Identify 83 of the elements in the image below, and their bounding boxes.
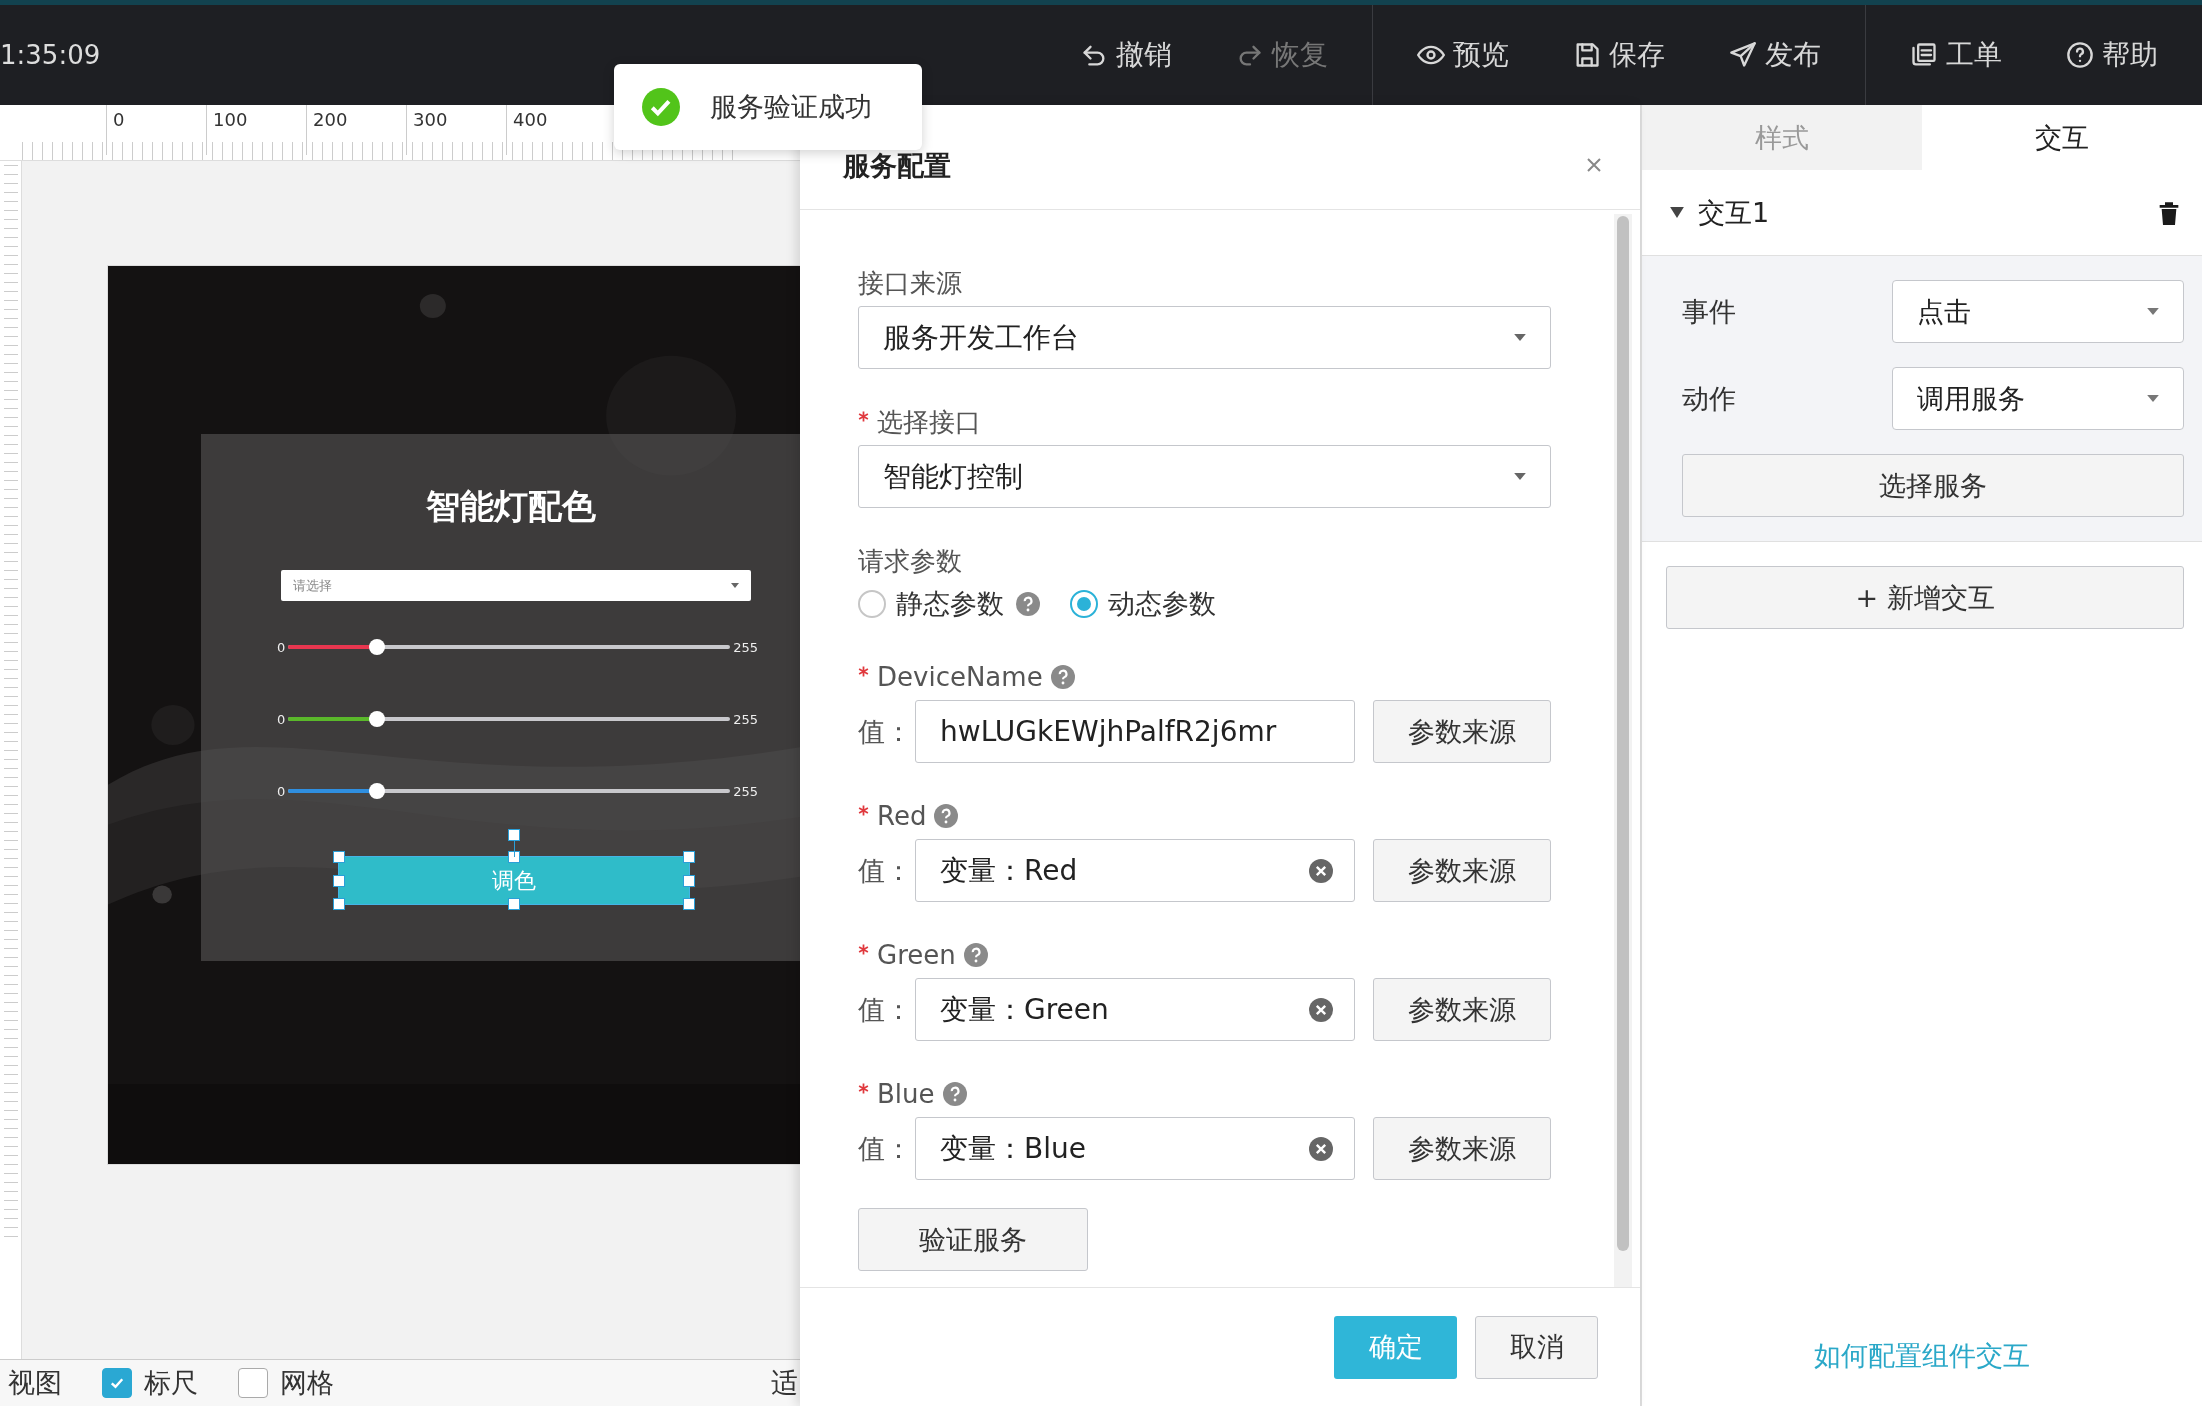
clear-icon[interactable] <box>1309 1137 1333 1161</box>
select-field[interactable]: 点击 <box>1892 280 2184 343</box>
value-label: 值： <box>858 1131 913 1166</box>
verify-button[interactable]: 验证服务 <box>858 1208 1088 1271</box>
ticket-button[interactable]: 工单 <box>1910 32 2002 78</box>
trash-icon[interactable] <box>2158 200 2180 225</box>
success-icon <box>642 88 680 126</box>
value-label: 值： <box>858 992 913 1027</box>
caret-icon <box>731 583 739 588</box>
field-label: Red <box>877 801 927 831</box>
slider-max: 255 <box>733 639 759 655</box>
preview-button[interactable]: 预览 <box>1417 32 1509 78</box>
caret-icon <box>1514 473 1526 480</box>
slider-max: 255 <box>733 711 759 727</box>
rotate-handle[interactable] <box>508 829 520 841</box>
field-label: DeviceName <box>877 662 1043 692</box>
select-field[interactable]: 服务开发工作台 <box>858 306 1551 369</box>
undo-button[interactable]: 撤销 <box>1080 32 1172 78</box>
value-label: 值： <box>858 714 913 749</box>
select-service-button[interactable]: 选择服务 <box>1682 454 2184 517</box>
slider-track[interactable] <box>288 711 731 727</box>
slider-track[interactable] <box>288 783 731 799</box>
param-source-button[interactable]: 参数来源 <box>1373 978 1551 1041</box>
scrollbar[interactable] <box>1614 214 1632 1287</box>
help-icon[interactable] <box>963 943 988 967</box>
slider-max: 255 <box>733 783 759 799</box>
cancel-button[interactable]: 取消 <box>1475 1315 1598 1379</box>
select-field[interactable]: 智能灯控制 <box>858 445 1551 508</box>
resize-handle[interactable] <box>683 898 695 910</box>
documents-icon <box>1910 41 1938 69</box>
view-label: 视图 <box>8 1366 62 1400</box>
field-label: Green <box>877 940 956 970</box>
clear-icon[interactable] <box>1309 859 1333 883</box>
resize-handle[interactable] <box>508 851 520 863</box>
interaction-title: 交互1 <box>1698 195 1770 230</box>
select-field[interactable]: 调用服务 <box>1892 367 2184 430</box>
caret-icon <box>2147 308 2159 315</box>
dialog-title: 服务配置 <box>843 149 951 183</box>
value-field[interactable]: hwLUGkEWjhPalfR2j6mr <box>915 700 1355 763</box>
checkbox[interactable]: 标尺 <box>102 1365 198 1401</box>
caret-icon <box>1514 334 1526 341</box>
preview-title: 智能灯配色 <box>425 485 597 528</box>
time-text: 1:35:09 <box>0 40 101 70</box>
field-label: Blue <box>877 1079 935 1109</box>
field-label: 选择接口 <box>877 405 981 439</box>
help-icon[interactable] <box>1050 665 1075 689</box>
toast-message: 服务验证成功 <box>710 90 872 124</box>
fit-label[interactable]: 适 <box>771 1365 798 1401</box>
select-field[interactable]: 请选择 <box>281 570 751 601</box>
collapse-triangle-icon[interactable] <box>1670 207 1684 218</box>
radio-option[interactable]: 动态参数 <box>1070 586 1216 622</box>
resize-handle[interactable] <box>333 851 345 863</box>
clear-icon[interactable] <box>1309 998 1333 1022</box>
param-source-button[interactable]: 参数来源 <box>1373 839 1551 902</box>
paper-plane-icon <box>1729 41 1757 69</box>
resize-handle[interactable] <box>333 898 345 910</box>
param-source-button[interactable]: 参数来源 <box>1373 700 1551 763</box>
publish-button[interactable]: 发布 <box>1729 32 1821 78</box>
resize-handle[interactable] <box>508 898 520 910</box>
help-button[interactable]: 帮助 <box>2066 32 2158 78</box>
slider-min: 0 <box>277 783 286 799</box>
help-icon[interactable] <box>934 804 959 828</box>
field-label: 请求参数 <box>858 544 962 578</box>
resize-handle[interactable] <box>683 851 695 863</box>
add-interaction-button[interactable]: + 新增交互 <box>1666 566 2184 629</box>
slider-min: 0 <box>277 639 286 655</box>
field-label: 事件 <box>1682 294 1737 329</box>
caret-icon <box>2147 395 2159 402</box>
help-icon[interactable] <box>1016 592 1040 616</box>
value-field[interactable]: 变量：Blue <box>915 1117 1355 1180</box>
slider-min: 0 <box>277 711 286 727</box>
radio-option[interactable]: 静态参数 <box>858 586 1004 622</box>
value-field[interactable]: 变量：Green <box>915 978 1355 1041</box>
help-icon <box>2066 41 2094 69</box>
field-label: 接口来源 <box>858 266 962 300</box>
field-label: 动作 <box>1682 381 1737 416</box>
slider-track[interactable] <box>288 639 731 655</box>
help-icon[interactable] <box>942 1082 967 1106</box>
value-field[interactable]: 变量：Red <box>915 839 1355 902</box>
param-source-button[interactable]: 参数来源 <box>1373 1117 1551 1180</box>
checkbox[interactable]: 网格 <box>238 1365 334 1401</box>
save-button[interactable]: 保存 <box>1573 32 1665 78</box>
value-label: 值： <box>858 853 913 888</box>
